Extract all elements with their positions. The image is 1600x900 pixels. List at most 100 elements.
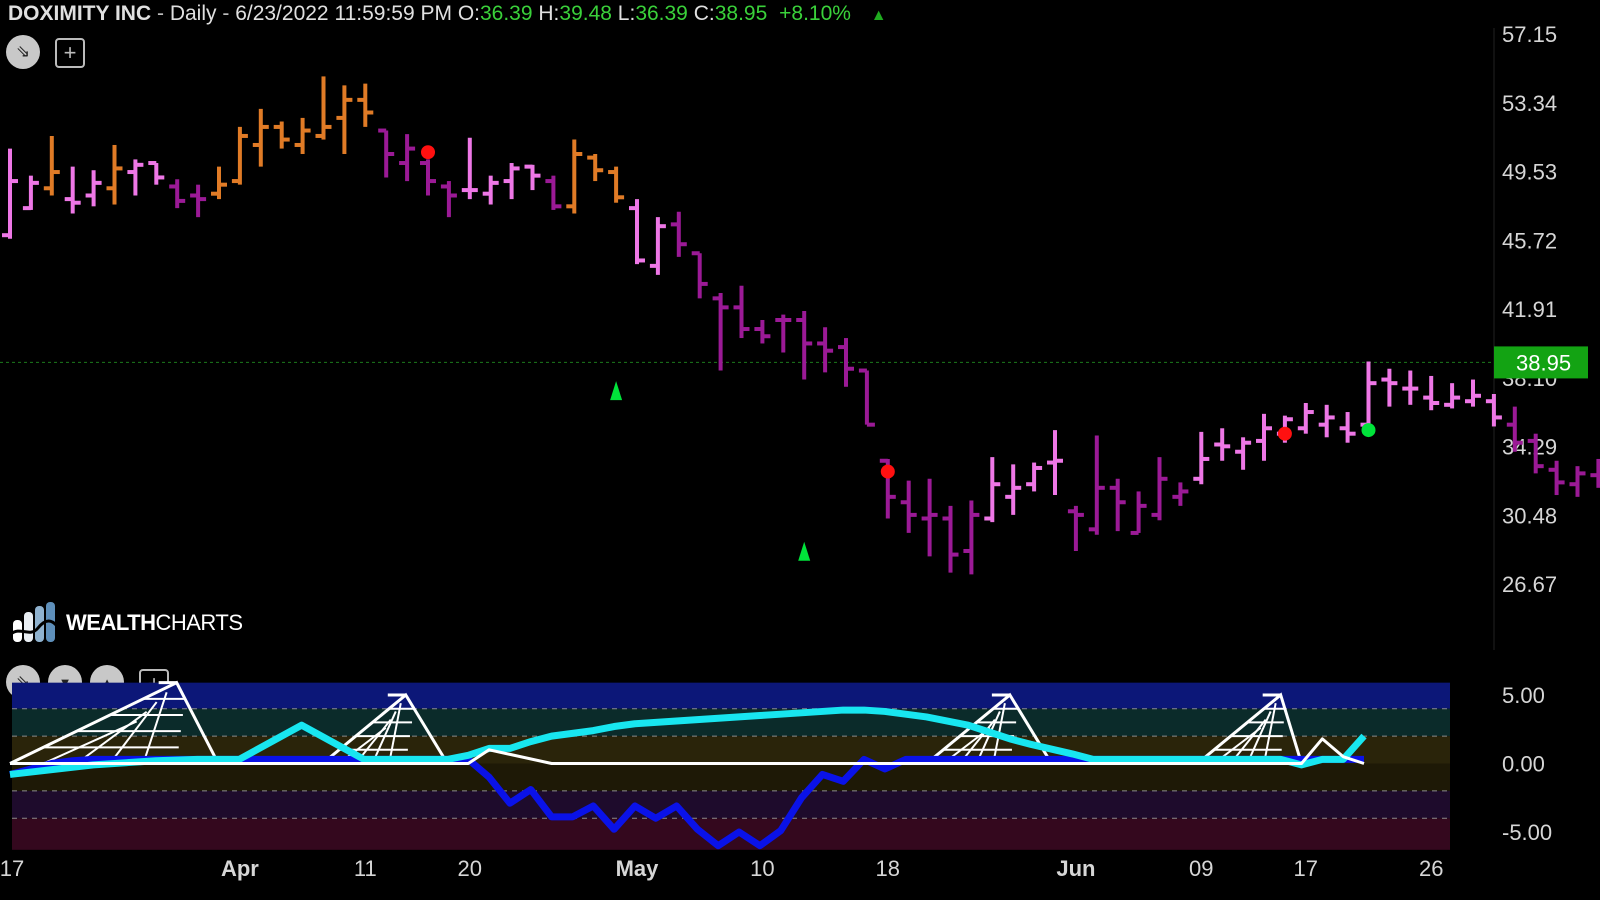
ohlc-bar [64, 166, 81, 214]
zone-band [12, 682, 1450, 709]
ohlc-bar [22, 175, 39, 211]
ohlc-bar [1360, 361, 1377, 429]
ohlc-bar [733, 285, 750, 339]
ohlc-bar [524, 164, 541, 191]
date-tick-label: 11 [354, 856, 377, 881]
indicator-tick-label: -5.00 [1502, 820, 1552, 845]
date-tick-label: May [616, 856, 660, 881]
date-tick-label: 17 [0, 856, 24, 881]
ohlc-bar [231, 126, 248, 185]
ohlc-bar [1088, 435, 1105, 535]
price-axis-strip [1494, 28, 1600, 650]
ohlc-bar [1444, 383, 1461, 409]
ohlc-bar [670, 211, 687, 257]
ohlc-bar [1109, 478, 1126, 532]
ohlc-bar [315, 76, 332, 140]
ohlc-bar [1235, 437, 1252, 470]
ohlc-bar [1047, 430, 1063, 496]
price-tick-label: 30.48 [1502, 503, 1557, 528]
price-tick-label: 34.29 [1502, 435, 1557, 460]
ohlc-bar [921, 478, 938, 557]
ohlc-bar [1381, 368, 1398, 407]
ohlc-bar [190, 184, 207, 218]
date-tick-label: Jun [1056, 856, 1095, 881]
ohlc-bar [503, 163, 520, 200]
ohlc-bar [587, 153, 604, 182]
ohlc-bar [608, 166, 625, 203]
ohlc-bar [691, 251, 708, 299]
date-tick-label: 26 [1419, 856, 1443, 881]
ohlc-bar [1339, 412, 1356, 443]
ohlc-bar [900, 480, 917, 533]
ohlc-bar [211, 166, 227, 200]
date-tick-label: 09 [1189, 856, 1213, 881]
ohlc-bar [148, 161, 165, 185]
price-tick-label: 57.15 [1502, 22, 1557, 47]
ohlc-bar [461, 137, 478, 200]
zone-band [12, 763, 1450, 791]
ohlc-bar [858, 368, 875, 427]
ohlc-bar [984, 457, 1001, 523]
ohlc-bar [712, 292, 729, 371]
ohlc-bar [545, 175, 562, 210]
ohlc-bar [420, 159, 436, 196]
ohlc-bar [294, 117, 311, 154]
ohlc-bar [357, 83, 374, 127]
price-tick-label: 41.91 [1502, 297, 1557, 322]
ohlc-bar [252, 108, 269, 167]
wealthcharts-logo-icon [10, 602, 58, 642]
sell-signal-dot [421, 145, 435, 160]
wealthcharts-logo: WEALTHCHARTS [8, 600, 243, 646]
date-tick-label: 10 [750, 856, 774, 881]
ohlc-bar [1214, 428, 1231, 461]
price-chart[interactable]: 57.1553.3449.5345.7241.9138.1034.2930.48… [0, 0, 1600, 650]
ohlc-bar [1423, 375, 1440, 411]
ohlc-bar [399, 134, 416, 182]
zone-band [12, 790, 1450, 819]
indicator-tick-label: 5.00 [1502, 683, 1545, 708]
ohlc-bar [1465, 379, 1481, 407]
price-tick-label: 53.34 [1502, 91, 1557, 116]
ohlc-bar [169, 179, 186, 209]
ohlc-bar [43, 135, 60, 196]
ohlc-bar [2, 148, 18, 239]
ohlc-bar [482, 175, 499, 205]
date-tick-label: 18 [876, 856, 900, 881]
ohlc-bar [440, 181, 457, 218]
logo-text-regular: CHARTS [155, 610, 243, 635]
buy-signal-triangle [798, 541, 811, 561]
buy-signal-triangle [610, 381, 623, 401]
ohlc-bar [1005, 464, 1022, 515]
ohlc-bar [85, 170, 102, 207]
ohlc-bar [1172, 482, 1189, 506]
signal-dot [1361, 423, 1376, 438]
ohlc-bar [1067, 505, 1084, 551]
ohlc-bar [754, 320, 771, 344]
ohlc-bar [1318, 404, 1335, 438]
logo-text-bold: WEALTH [66, 610, 156, 635]
ohlc-bar [942, 505, 959, 573]
ohlc-bar [1297, 403, 1314, 434]
date-tick-label: 20 [458, 856, 482, 881]
sell-signal-dot [1277, 426, 1292, 441]
last-price-tag-label: 38.95 [1516, 350, 1571, 375]
ohlc-bar [1193, 431, 1210, 485]
indicator-tick-label: 0.00 [1502, 752, 1545, 777]
ohlc-bar [1026, 462, 1043, 492]
ohlc-bar [127, 159, 144, 196]
ohlc-bar [629, 199, 645, 265]
ohlc-bar [817, 327, 834, 373]
sell-signal-dot [880, 464, 895, 479]
price-tick-label: 26.67 [1502, 572, 1557, 597]
ohlc-bar [106, 144, 123, 205]
ohlc-bar [649, 217, 666, 275]
ohlc-bar [1130, 491, 1147, 535]
ohlc-bar [1402, 370, 1419, 405]
ohlc-bar [378, 128, 395, 178]
date-tick-label: Apr [221, 856, 259, 881]
ohlc-bar [796, 310, 813, 380]
ohlc-bar [273, 121, 290, 149]
ohlc-bar [775, 314, 792, 353]
ohlc-bar [1256, 413, 1272, 461]
indicator-chart[interactable]: 5.00 0.00 -5.00 17 Apr 11 20 May 10 18 Jun 09 17 26 [0, 650, 1600, 900]
